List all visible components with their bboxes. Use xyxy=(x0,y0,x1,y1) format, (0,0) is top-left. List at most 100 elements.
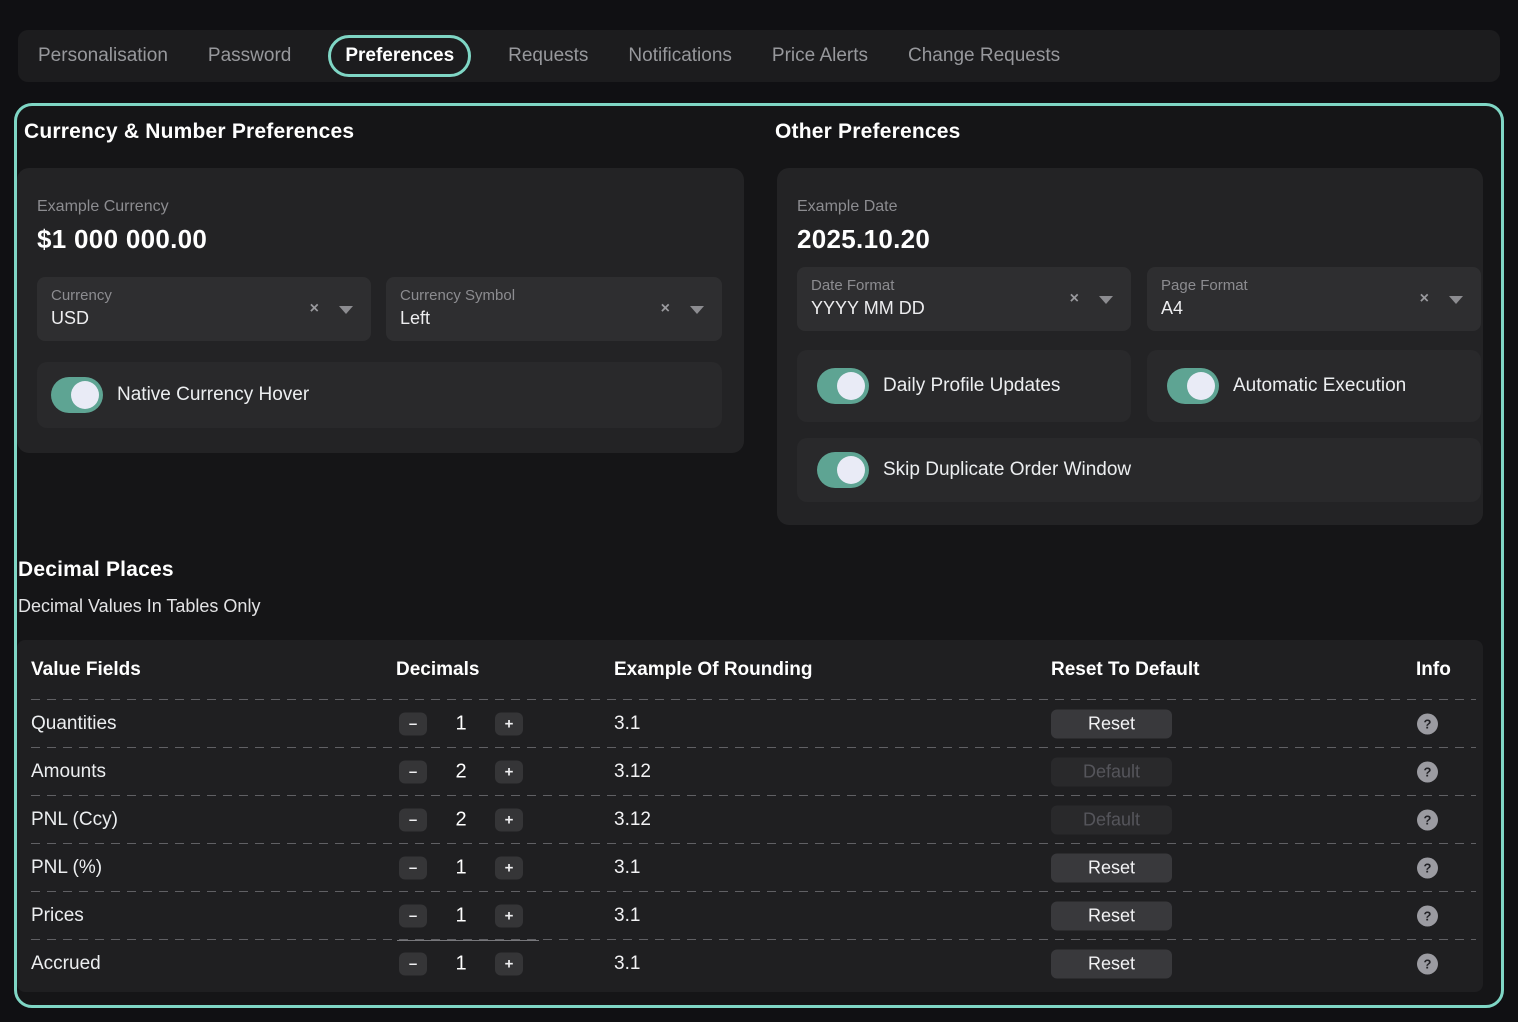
toggle-knob xyxy=(837,456,865,484)
currency-dropdown[interactable]: Currency USD × xyxy=(37,277,371,341)
currency-card: Example Currency $1 000 000.00 Currency … xyxy=(17,168,744,453)
chevron-down-icon[interactable] xyxy=(339,306,353,314)
table-row: Accrued – 1 + 3.1 Reset ? xyxy=(17,940,1483,988)
reset-button[interactable]: Reset xyxy=(1051,902,1172,931)
reset-button[interactable]: Reset xyxy=(1051,854,1172,883)
tab-personalisation[interactable]: Personalisation xyxy=(35,34,171,78)
col-header-decimals: Decimals xyxy=(396,659,479,681)
skip-duplicate-order-label: Skip Duplicate Order Window xyxy=(883,459,1131,481)
decrement-button[interactable]: – xyxy=(399,809,427,832)
reset-button[interactable]: Reset xyxy=(1051,710,1172,739)
rounding-example: 3.1 xyxy=(614,857,640,879)
decimals-stepper: – 1 + xyxy=(399,905,523,928)
rounding-example: 3.1 xyxy=(614,905,640,927)
decimals-value: 1 xyxy=(427,905,495,928)
tab-price-alerts[interactable]: Price Alerts xyxy=(769,34,871,78)
default-button[interactable]: Default xyxy=(1051,806,1172,835)
example-currency-label: Example Currency xyxy=(37,198,169,216)
decimals-stepper: – 1 + xyxy=(399,857,523,880)
chevron-down-icon[interactable] xyxy=(1099,296,1113,304)
row-label: PNL (Ccy) xyxy=(31,809,118,831)
decimals-value: 1 xyxy=(427,953,495,976)
other-preferences-card: Example Date 2025.10.20 Date Format YYYY… xyxy=(777,168,1483,525)
automatic-execution-toggle[interactable] xyxy=(1167,368,1219,404)
skip-duplicate-order-row: Skip Duplicate Order Window xyxy=(797,438,1481,502)
increment-button[interactable]: + xyxy=(495,713,523,736)
tab-change-requests[interactable]: Change Requests xyxy=(905,34,1063,78)
increment-button[interactable]: + xyxy=(495,905,523,928)
settings-tab-bar: Personalisation Password Preferences Req… xyxy=(18,30,1500,82)
currency-symbol-dropdown[interactable]: Currency Symbol Left × xyxy=(386,277,722,341)
increment-button[interactable]: + xyxy=(495,809,523,832)
increment-button[interactable]: + xyxy=(495,857,523,880)
page-format-dropdown[interactable]: Page Format A4 × xyxy=(1147,267,1481,331)
example-date-value: 2025.10.20 xyxy=(797,224,930,255)
chevron-down-icon[interactable] xyxy=(1449,296,1463,304)
table-row: Amounts – 2 + 3.12 Default ? xyxy=(17,748,1483,796)
daily-profile-updates-toggle[interactable] xyxy=(817,368,869,404)
clear-icon[interactable]: × xyxy=(1420,291,1429,307)
clear-icon[interactable]: × xyxy=(1070,291,1079,307)
rounding-example: 3.1 xyxy=(614,953,640,975)
decrement-button[interactable]: – xyxy=(399,713,427,736)
increment-button[interactable]: + xyxy=(495,953,523,976)
tab-password[interactable]: Password xyxy=(205,34,294,78)
native-currency-hover-label: Native Currency Hover xyxy=(117,384,309,406)
toggle-knob xyxy=(837,372,865,400)
info-icon[interactable]: ? xyxy=(1417,954,1438,975)
reset-button[interactable]: Reset xyxy=(1051,950,1172,979)
info-icon[interactable]: ? xyxy=(1417,906,1438,927)
decimals-value: 1 xyxy=(427,857,495,880)
decimals-stepper: – 1 + xyxy=(399,953,523,976)
toggle-knob xyxy=(1187,372,1215,400)
decrement-button[interactable]: – xyxy=(399,953,427,976)
currency-section-title: Currency & Number Preferences xyxy=(24,120,354,144)
decimal-places-table: Value Fields Decimals Example Of Roundin… xyxy=(17,640,1483,992)
col-header-info: Info xyxy=(1416,659,1451,681)
decrement-button[interactable]: – xyxy=(399,761,427,784)
automatic-execution-row: Automatic Execution xyxy=(1147,350,1481,422)
clear-icon[interactable]: × xyxy=(310,301,319,317)
row-label: PNL (%) xyxy=(31,857,102,879)
table-header-row: Value Fields Decimals Example Of Roundin… xyxy=(17,640,1483,700)
row-label: Accrued xyxy=(31,953,101,975)
example-currency-value: $1 000 000.00 xyxy=(37,224,207,255)
automatic-execution-label: Automatic Execution xyxy=(1233,375,1406,397)
default-button[interactable]: Default xyxy=(1051,758,1172,787)
decimals-stepper: – 2 + xyxy=(399,761,523,784)
row-label: Prices xyxy=(31,905,84,927)
table-row: Prices – 1 + 3.1 Reset ? xyxy=(17,892,1483,940)
tab-preferences[interactable]: Preferences xyxy=(328,35,471,77)
native-currency-hover-toggle[interactable] xyxy=(51,377,103,413)
decimals-value: 1 xyxy=(427,713,495,736)
decimals-value: 2 xyxy=(427,761,495,784)
other-section-title: Other Preferences xyxy=(775,120,961,144)
chevron-down-icon[interactable] xyxy=(690,306,704,314)
info-icon[interactable]: ? xyxy=(1417,714,1438,735)
col-header-reset: Reset To Default xyxy=(1051,659,1200,681)
skip-duplicate-order-toggle[interactable] xyxy=(817,452,869,488)
clear-icon[interactable]: × xyxy=(661,301,670,317)
row-label: Quantities xyxy=(31,713,117,735)
tab-notifications[interactable]: Notifications xyxy=(625,34,735,78)
decimal-places-title: Decimal Places xyxy=(18,558,174,582)
increment-button[interactable]: + xyxy=(495,761,523,784)
example-date-label: Example Date xyxy=(797,198,898,216)
tab-requests[interactable]: Requests xyxy=(505,34,591,78)
preferences-panel: Currency & Number Preferences Example Cu… xyxy=(14,103,1504,1008)
rounding-example: 3.12 xyxy=(614,809,651,831)
info-icon[interactable]: ? xyxy=(1417,810,1438,831)
info-icon[interactable]: ? xyxy=(1417,762,1438,783)
daily-profile-updates-label: Daily Profile Updates xyxy=(883,375,1060,397)
decimals-stepper: – 1 + xyxy=(399,713,523,736)
rounding-example: 3.12 xyxy=(614,761,651,783)
table-row: PNL (Ccy) – 2 + 3.12 Default ? xyxy=(17,796,1483,844)
row-label: Amounts xyxy=(31,761,106,783)
decrement-button[interactable]: – xyxy=(399,857,427,880)
rounding-example: 3.1 xyxy=(614,713,640,735)
col-header-example: Example Of Rounding xyxy=(614,659,812,681)
date-format-dropdown[interactable]: Date Format YYYY MM DD × xyxy=(797,267,1131,331)
table-row: Quantities – 1 + 3.1 Reset ? xyxy=(17,700,1483,748)
decrement-button[interactable]: – xyxy=(399,905,427,928)
info-icon[interactable]: ? xyxy=(1417,858,1438,879)
